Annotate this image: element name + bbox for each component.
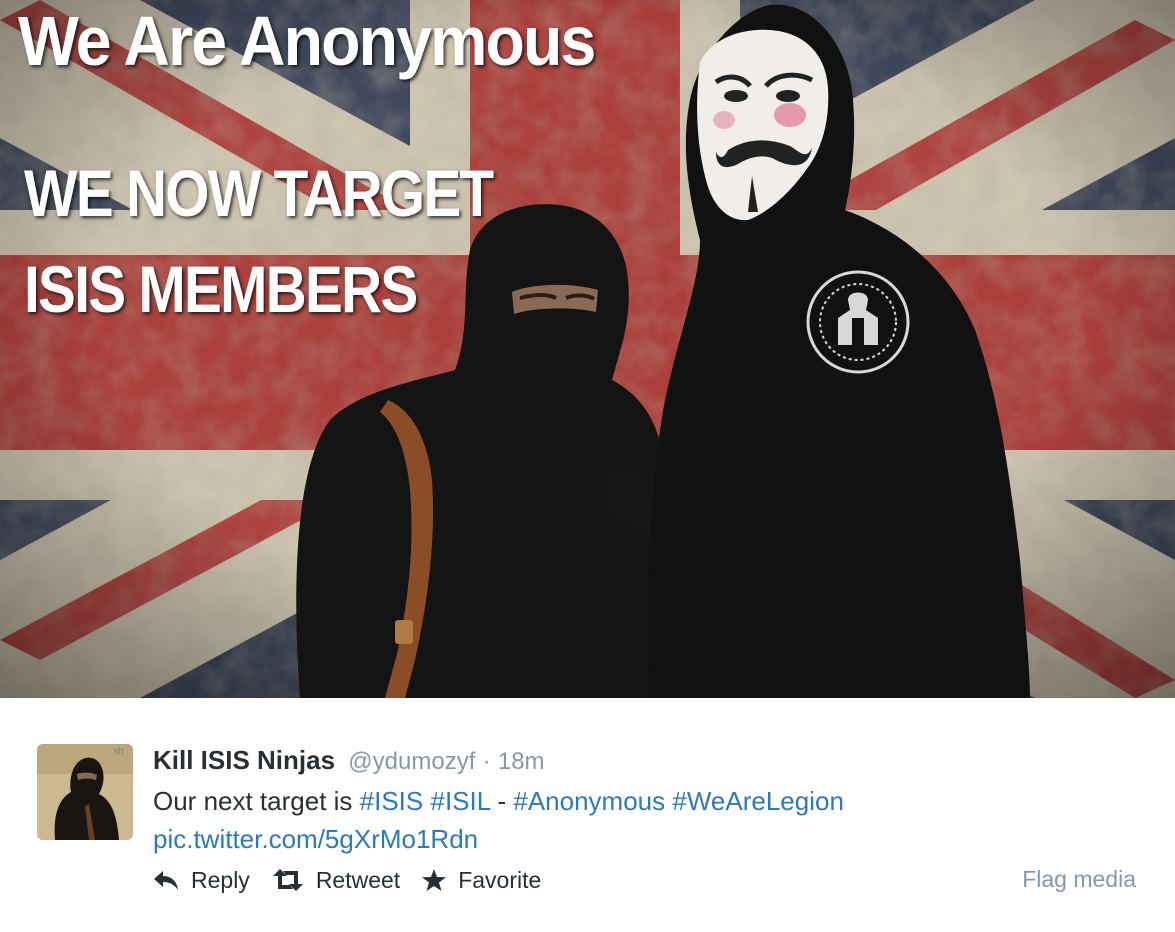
tweet-text-dash: - [497,786,507,816]
display-name[interactable]: Kill ISIS Ninjas [153,745,335,775]
media-subheading-line1: WE NOW TARGET [24,156,494,230]
username[interactable]: @ydumozyf [348,748,475,775]
svg-text:sh: sh [113,746,124,757]
media-subheading-line2: ISIS MEMBERS [24,252,418,326]
tweet-media-image[interactable]: We Are Anonymous WE NOW TARGET ISIS MEMB… [0,0,1175,698]
header-separator: · [482,748,491,775]
hashtag-link[interactable]: #WeAreLegion [672,786,844,816]
favorite-button[interactable]: Favorite [422,867,541,894]
star-icon [422,869,447,891]
flag-media-link[interactable]: Flag media [1022,866,1136,893]
retweet-icon [272,869,303,891]
tweet-text-prefix: Our next target is [153,786,353,816]
tweet-card: sh Kill ISIS Ninjas @ydumozyf · 18m Our … [0,698,1175,932]
reply-button[interactable]: Reply [153,867,250,894]
retweet-button[interactable]: Retweet [272,867,400,894]
tweet-text: Our next target is #ISIS #ISIL - #Anonym… [153,782,1133,858]
favorite-label: Favorite [458,866,542,893]
avatar[interactable]: sh [37,744,133,840]
reply-arrow-icon [154,871,178,890]
hashtag-link[interactable]: #Anonymous [513,786,665,816]
pic-link[interactable]: pic.twitter.com/5gXrMo1Rdn [153,824,478,854]
media-photo-illustration [0,0,1175,698]
hashtag-link[interactable]: #ISIS [360,786,424,816]
hashtag-link[interactable]: #ISIL [430,786,490,816]
tweet-actions: Reply Retweet Favorite [153,864,563,896]
reply-label: Reply [191,866,250,893]
timestamp[interactable]: 18m [498,748,545,775]
tweet-header: Kill ISIS Ninjas @ydumozyf · 18m [153,744,545,778]
avatar-image: sh [37,744,133,840]
media-headline-text: We Are Anonymous [18,2,596,80]
retweet-label: Retweet [315,866,401,893]
